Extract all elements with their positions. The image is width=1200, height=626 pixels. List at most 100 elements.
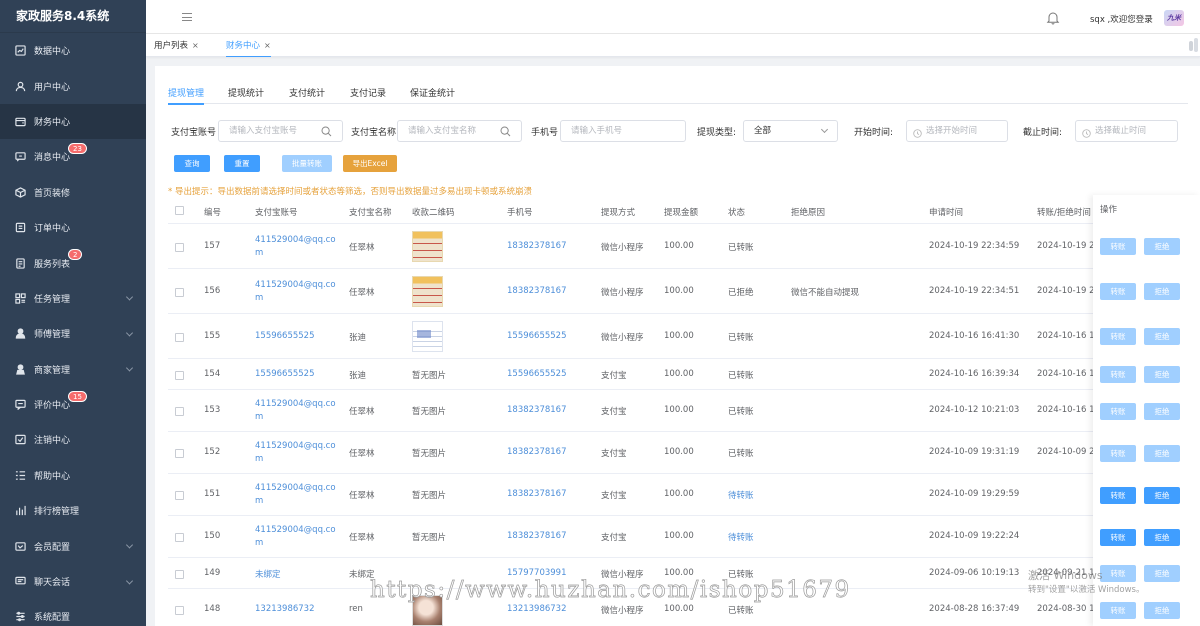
sidebar-item-3[interactable]: 消息中心 23 [0, 139, 146, 174]
export-excel-button[interactable]: 导出Excel [343, 155, 397, 172]
row-phone[interactable]: 15596655525 [507, 331, 567, 341]
row-checkbox[interactable] [175, 570, 184, 579]
row-alipay-account[interactable]: 411529004@qq.com [255, 279, 343, 305]
tab-withdraw-manage[interactable]: 提现管理 [168, 86, 205, 105]
sidebar-item-8[interactable]: 师傅管理 [0, 316, 146, 351]
row-checkbox[interactable] [175, 243, 184, 252]
bell-icon[interactable] [1046, 10, 1060, 28]
tab-deposit-stats[interactable]: 保证金统计 [410, 86, 455, 103]
sidebar-item-13[interactable]: 排行榜管理 [0, 493, 146, 528]
row-checkbox[interactable] [175, 371, 184, 380]
search-icon[interactable] [500, 125, 511, 145]
row-alipay-account[interactable]: 411529004@qq.com [255, 524, 343, 550]
row-checkbox[interactable] [175, 606, 184, 615]
tags-scroll-icon[interactable] [1185, 40, 1197, 52]
alipay-name-input[interactable]: 请输入支付宝名称 [397, 120, 522, 142]
phone-input[interactable]: 请输入手机号 [560, 120, 686, 142]
tag-user-list[interactable]: 用户列表 × [154, 38, 199, 54]
transfer-button[interactable]: 转账 [1100, 487, 1136, 504]
row-phone[interactable]: 18382378167 [507, 531, 567, 541]
start-time-picker[interactable]: 选择开始时间 [906, 120, 1008, 142]
row-phone[interactable]: 13213986732 [507, 604, 567, 614]
row-alipay-account[interactable]: 411529004@qq.com [255, 398, 343, 424]
select-all-checkbox[interactable] [175, 206, 184, 215]
batch-transfer-button[interactable]: 批量转账 [282, 155, 332, 172]
close-icon[interactable]: × [264, 41, 271, 50]
sidebar-item-14[interactable]: 会员配置 [0, 528, 146, 563]
reject-button[interactable]: 拒绝 [1144, 283, 1180, 300]
row-checkbox[interactable] [175, 533, 184, 542]
transfer-button[interactable]: 转账 [1100, 328, 1136, 345]
row-phone[interactable]: 15596655525 [507, 369, 567, 379]
sidebar-item-5[interactable]: 订单中心 [0, 210, 146, 245]
menu-toggle-icon[interactable] [182, 13, 192, 24]
row-checkbox[interactable] [175, 491, 184, 500]
row-checkbox[interactable] [175, 407, 184, 416]
reject-button[interactable]: 拒绝 [1144, 328, 1180, 345]
qr-code-image[interactable] [412, 276, 443, 307]
transfer-button[interactable]: 转账 [1100, 529, 1136, 546]
end-time-picker[interactable]: 选择截止时间 [1075, 120, 1178, 142]
row-done-time: 2024-10-09 20 [1037, 447, 1100, 457]
tag-finance-center[interactable]: 财务中心 × [226, 38, 271, 57]
col-phone: 手机号 [507, 208, 533, 218]
tab-withdraw-stats[interactable]: 提现统计 [228, 86, 264, 103]
withdraw-type-select[interactable]: 全部 [743, 120, 838, 142]
row-phone[interactable]: 18382378167 [507, 241, 567, 251]
transfer-button[interactable]: 转账 [1100, 366, 1136, 383]
sidebar-item-11[interactable]: 注销中心 [0, 422, 146, 457]
tab-payment-records[interactable]: 支付记录 [350, 86, 386, 103]
row-alipay-account[interactable]: 15596655525 [255, 331, 315, 341]
transfer-button[interactable]: 转账 [1100, 283, 1136, 300]
sidebar-item-1[interactable]: 用户中心 [0, 68, 146, 103]
sidebar-item-10[interactable]: 评价中心 15 [0, 387, 146, 422]
sidebar-item-12[interactable]: 帮助中心 [0, 458, 146, 493]
close-icon[interactable]: × [192, 41, 199, 50]
search-icon[interactable] [321, 125, 332, 145]
row-checkbox[interactable] [175, 288, 184, 297]
transfer-button[interactable]: 转账 [1100, 445, 1136, 462]
reject-button[interactable]: 拒绝 [1144, 238, 1180, 255]
sidebar-item-6[interactable]: 服务列表 2 [0, 245, 146, 280]
sidebar-item-0[interactable]: 数据中心 [0, 33, 146, 68]
reject-button[interactable]: 拒绝 [1144, 529, 1180, 546]
reject-button[interactable]: 拒绝 [1144, 403, 1180, 420]
sidebar-item-7[interactable]: 任务管理 [0, 281, 146, 316]
avatar[interactable]: 九米 [1164, 10, 1184, 26]
qr-code-image[interactable] [412, 231, 443, 262]
transfer-button[interactable]: 转账 [1100, 565, 1136, 582]
row-alipay-account[interactable]: 411529004@qq.com [255, 234, 343, 260]
alipay-account-input[interactable]: 请输入支付宝账号 [218, 120, 343, 142]
row-method: 支付宝 [601, 407, 627, 417]
reject-button[interactable]: 拒绝 [1144, 445, 1180, 462]
row-method: 微信小程序 [601, 606, 644, 616]
row-alipay-account[interactable]: 13213986732 [255, 604, 315, 614]
transfer-button[interactable]: 转账 [1100, 403, 1136, 420]
row-phone[interactable]: 18382378167 [507, 447, 567, 457]
row-phone[interactable]: 18382378167 [507, 286, 567, 296]
row-phone[interactable]: 18382378167 [507, 489, 567, 499]
query-button[interactable]: 查询 [174, 155, 210, 172]
sidebar-item-15[interactable]: 聊天会话 [0, 564, 146, 599]
reset-button[interactable]: 重置 [224, 155, 260, 172]
row-alipay-account[interactable]: 411529004@qq.com [255, 440, 343, 466]
row-alipay-account[interactable]: 15596655525 [255, 369, 315, 379]
sidebar-item-2[interactable]: 财务中心 [0, 103, 146, 140]
reject-button[interactable]: 拒绝 [1144, 487, 1180, 504]
sidebar-item-9[interactable]: 商家管理 [0, 352, 146, 387]
row-phone[interactable]: 18382378167 [507, 405, 567, 415]
row-checkbox[interactable] [175, 449, 184, 458]
row-checkbox[interactable] [175, 333, 184, 342]
sidebar-item-4[interactable]: 首页装修 [0, 175, 146, 210]
row-alipay-account[interactable]: 未绑定 [255, 568, 281, 580]
row-alipay-account[interactable]: 411529004@qq.com [255, 482, 343, 508]
withdraw-type-label: 提现类型: [697, 128, 737, 138]
reject-button[interactable]: 拒绝 [1144, 602, 1180, 619]
tab-payment-stats[interactable]: 支付统计 [289, 86, 325, 103]
transfer-button[interactable]: 转账 [1100, 238, 1136, 255]
sidebar-item-16[interactable]: 系统配置 [0, 599, 146, 626]
reject-button[interactable]: 拒绝 [1144, 565, 1180, 582]
qr-code-image[interactable] [412, 321, 443, 352]
reject-button[interactable]: 拒绝 [1144, 366, 1180, 383]
transfer-button[interactable]: 转账 [1100, 602, 1136, 619]
